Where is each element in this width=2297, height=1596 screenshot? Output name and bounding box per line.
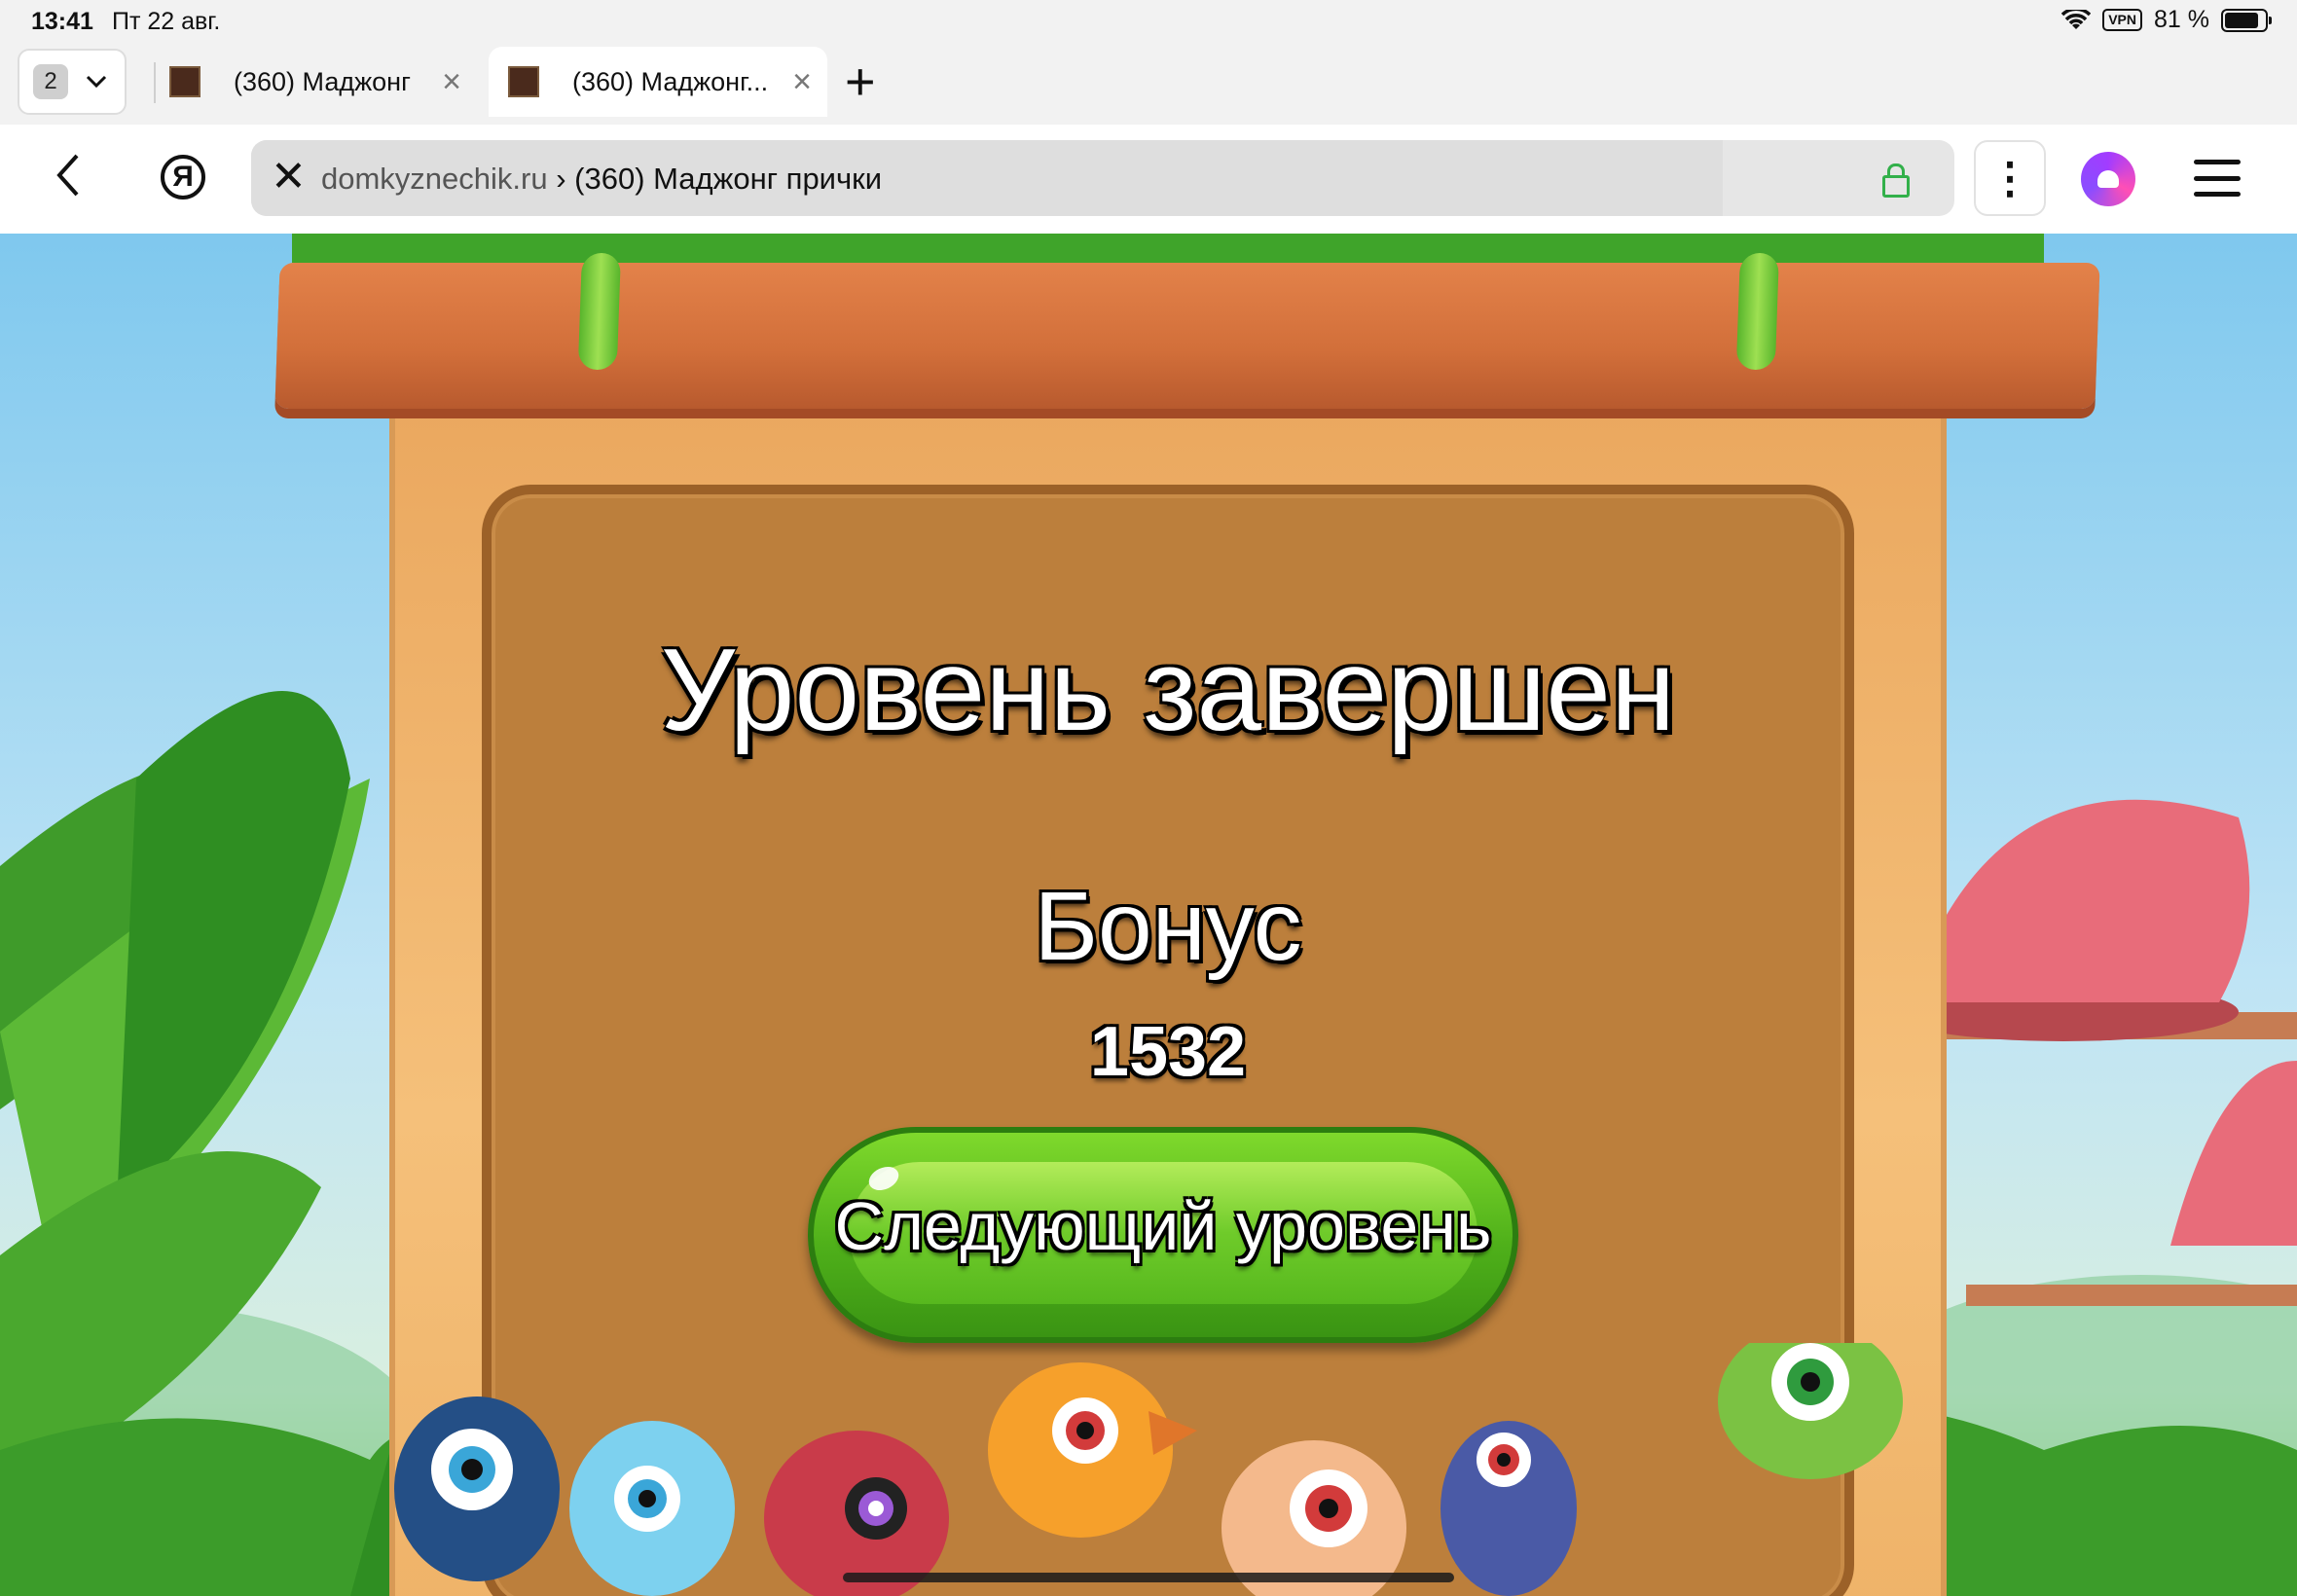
vine-rope: [1735, 253, 1779, 370]
back-button[interactable]: [54, 152, 83, 207]
yandex-logo-button[interactable]: Я: [161, 155, 205, 200]
tab-title: (360) Маджонг: [234, 66, 411, 96]
chevron-left-icon: [56, 154, 79, 197]
next-level-button[interactable]: Следующий уровень: [808, 1127, 1518, 1343]
game-canvas[interactable]: Уровень завершен Бонус 1532 Следующий ур…: [0, 234, 2297, 1596]
purple-bird-icon: [1440, 1421, 1577, 1596]
url-page-title: (360) Маджонг прички: [574, 162, 883, 196]
tab-counter-button[interactable]: 2: [18, 49, 127, 115]
vine-rope: [577, 253, 621, 370]
favicon-icon: [169, 66, 201, 97]
level-complete-title: Уровень завершен: [660, 625, 1676, 755]
battery-icon: [2221, 8, 2272, 32]
close-icon[interactable]: ×: [442, 62, 461, 101]
address-bar[interactable]: ✕ domkyznechik.ru › (360) Маджонг прички: [251, 140, 1954, 216]
battery-percent: 81 %: [2154, 6, 2209, 33]
hamburger-menu-icon[interactable]: [2194, 160, 2241, 197]
next-level-label: Следующий уровень: [834, 1188, 1492, 1264]
status-time: 13:41: [31, 8, 93, 35]
chevron-down-icon: [86, 75, 107, 89]
tab-inactive[interactable]: (360) Маджонг ×: [156, 47, 477, 117]
home-indicator[interactable]: [843, 1573, 1454, 1582]
bonus-value: 1532: [1089, 1013, 1247, 1091]
light-blue-bird-icon: [569, 1421, 735, 1596]
stop-loading-icon[interactable]: ✕: [271, 150, 307, 204]
tab-count: 2: [33, 64, 68, 99]
top-plank: [274, 253, 2100, 409]
status-bar: 13:41 Пт 22 авг. VPN 81 %: [0, 0, 2297, 45]
orange-bird-icon: [988, 1362, 1197, 1538]
red-bird-icon: [764, 1431, 949, 1596]
green-bird-icon: [1718, 1343, 1903, 1479]
tab-active[interactable]: (360) Маджонг... ×: [489, 47, 827, 117]
status-date: Пт 22 авг.: [112, 8, 221, 35]
status-indicators: VPN 81 %: [2061, 6, 2272, 34]
lock-icon[interactable]: [1882, 163, 1910, 198]
blue-bird-icon: [394, 1396, 560, 1581]
url-domain: domkyznechik.ru: [321, 162, 548, 196]
more-options-button[interactable]: ⋮: [1974, 140, 2046, 216]
close-icon[interactable]: ×: [792, 62, 812, 101]
wifi-icon: [2061, 9, 2092, 29]
browser-toolbar: Я ✕ domkyznechik.ru › (360) Маджонг прич…: [0, 125, 2297, 235]
alice-assistant-icon[interactable]: [2081, 152, 2135, 206]
address-text[interactable]: domkyznechik.ru › (360) Маджонг прички: [321, 162, 882, 197]
tab-strip: 2 (360) Маджонг × (360) Маджонг... × +: [0, 45, 2297, 125]
tab-title: (360) Маджонг...: [572, 66, 769, 96]
favicon-icon: [508, 66, 539, 97]
url-separator: ›: [547, 162, 575, 196]
bonus-label: Бонус: [1034, 872, 1302, 981]
vpn-badge: VPN: [2102, 9, 2143, 31]
new-tab-button[interactable]: +: [845, 53, 876, 111]
birds-decoration: [394, 1343, 1903, 1596]
